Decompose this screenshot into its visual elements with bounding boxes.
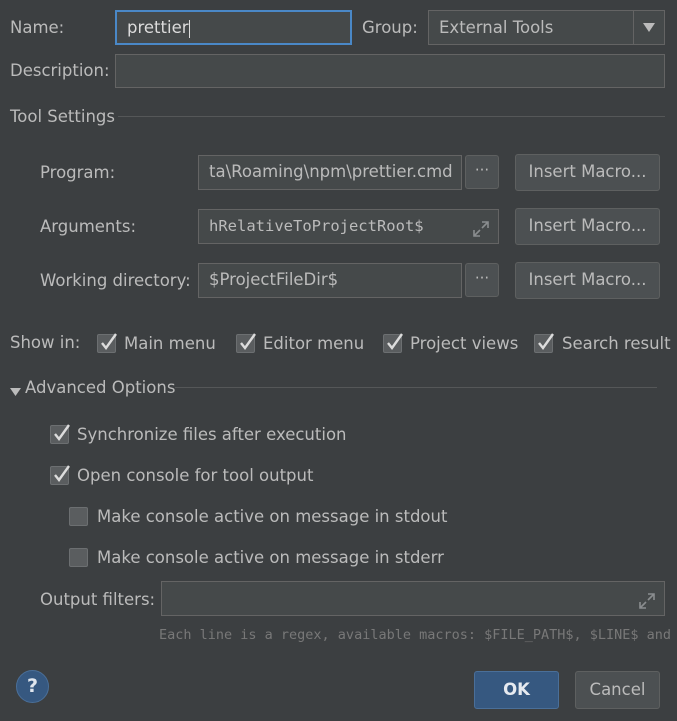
expand-icon[interactable] [638,589,656,615]
tool-settings-title: Tool Settings [10,107,115,126]
project-views-label[interactable]: Project views [410,334,518,354]
show-in-label: Show in: [10,333,81,352]
editor-menu-label[interactable]: Editor menu [263,334,364,354]
name-label: Name: [10,18,65,37]
checkmark-icon [538,333,554,350]
arguments-input[interactable]: hRelativeToProjectRoot$ [198,209,499,244]
main-menu-label[interactable]: Main menu [124,334,216,354]
advanced-options-separator [175,387,657,388]
description-label: Description: [10,61,110,80]
triangle-down-icon[interactable] [10,382,21,401]
chevron-down-icon[interactable] [633,11,664,44]
search-result-label[interactable]: Search result [562,334,671,354]
main-menu-checkbox[interactable] [97,333,117,353]
cancel-button[interactable]: Cancel [575,671,660,709]
checkmark-icon [387,333,403,350]
project-views-checkbox[interactable] [383,333,403,353]
active-stderr-label[interactable]: Make console active on message in stderr [97,548,444,568]
working-directory-insert-macro-button[interactable]: Insert Macro... [515,262,660,299]
working-directory-browse-button[interactable]: ··· [465,263,499,297]
description-input[interactable] [115,54,665,88]
program-input[interactable]: ta\Roaming\npm\prettier.cmd [198,155,462,190]
editor-menu-checkbox[interactable] [236,333,256,353]
working-directory-input[interactable]: $ProjectFileDir$ [198,263,462,298]
output-filters-input[interactable] [161,581,665,616]
search-result-checkbox[interactable] [534,333,554,353]
help-icon[interactable]: ? [16,670,49,703]
program-insert-macro-button[interactable]: Insert Macro... [515,154,660,191]
arguments-label: Arguments: [40,217,137,236]
sync-files-checkbox[interactable] [50,424,70,444]
open-console-checkbox[interactable] [50,465,70,485]
help-label: ? [26,675,39,697]
output-filters-label: Output filters: [40,590,156,609]
program-browse-button[interactable]: ··· [465,155,499,189]
active-stderr-checkbox[interactable] [69,548,88,567]
name-input[interactable]: prettier [115,10,352,45]
program-label: Program: [40,163,116,182]
group-label: Group: [362,18,418,37]
output-filters-hint: Each line is a regex, available macros: … [159,627,677,643]
expand-icon[interactable] [472,217,490,243]
active-stdout-checkbox[interactable] [69,507,88,526]
checkmark-icon [54,465,70,482]
sync-files-label[interactable]: Synchronize files after execution [77,425,347,445]
active-stdout-label[interactable]: Make console active on message in stdout [97,507,447,527]
checkmark-icon [240,333,256,350]
tool-settings-separator [118,116,665,117]
group-select[interactable]: External Tools [428,10,665,45]
ok-button[interactable]: OK [474,671,559,709]
working-directory-label: Working directory: [40,271,191,290]
name-input-value: prettier [127,18,189,37]
advanced-options-title[interactable]: Advanced Options [25,378,175,398]
checkmark-icon [54,424,70,441]
open-console-label[interactable]: Open console for tool output [77,466,313,486]
group-select-value: External Tools [439,18,554,37]
arguments-input-value: hRelativeToProjectRoot$ [209,217,424,235]
arguments-insert-macro-button[interactable]: Insert Macro... [515,208,660,245]
checkmark-icon [101,333,117,350]
